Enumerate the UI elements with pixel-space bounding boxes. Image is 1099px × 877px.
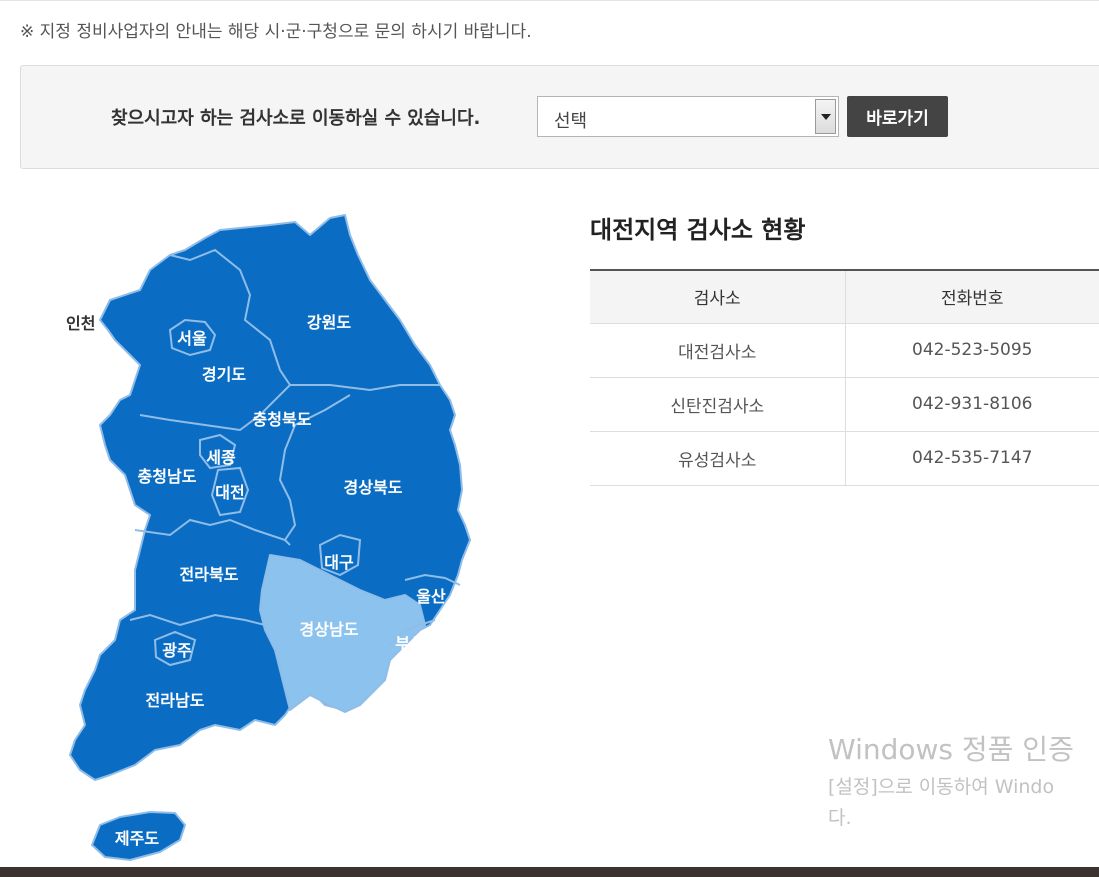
table-header-row: 검사소 전화번호 [590,269,1099,324]
korea-map-svg: 인천 서울 경기도 강원도 충청북도 세종 충청남도 대전 경상북도 대구 전라… [66,214,471,861]
station-phone: 042-535-7147 [845,431,1099,486]
map-label-seoul[interactable]: 서울 [177,329,207,348]
station-phone: 042-523-5095 [845,323,1099,378]
watermark-title: Windows 정품 인증 [828,733,1074,766]
station-phone: 042-931-8106 [845,377,1099,432]
table-row: 신탄진검사소 042-931-8106 [590,377,1099,432]
station-name: 대전검사소 [590,323,846,378]
station-select-value: 선택 [554,111,588,132]
map-label-gangwon[interactable]: 강원도 [307,313,351,332]
windows-activation-watermark: Windows 정품 인증 [설정]으로 이동하여 Windo 다. [828,728,1074,830]
map-label-gwangju[interactable]: 광주 [162,641,192,660]
map-label-jeonbuk[interactable]: 전라북도 [180,565,239,584]
table-row: 대전검사소 042-523-5095 [590,323,1099,378]
map-label-jeonnam[interactable]: 전라남도 [146,691,205,710]
map-label-gyeonggi[interactable]: 경기도 [202,365,246,384]
page: ※ 지정 정비사업자의 안내는 해당 시·군·구청으로 문의 하시기 바랍니다.… [0,0,1099,877]
chevron-down-icon[interactable] [815,99,836,134]
taskbar-edge [0,867,1099,877]
map-label-sejong[interactable]: 세종 [206,448,236,467]
korea-region-map: 인천 서울 경기도 강원도 충청북도 세종 충청남도 대전 경상북도 대구 전라… [40,200,490,870]
header-phone: 전화번호 [845,269,1099,324]
map-label-chungbuk[interactable]: 충청북도 [253,410,312,429]
header-station: 검사소 [590,269,846,324]
map-label-incheon[interactable]: 인천 [66,314,95,333]
selector-label: 찾으시고자 하는 검사소로 이동하실 수 있습니다. [111,108,481,129]
map-label-daejeon[interactable]: 대전 [215,483,244,502]
map-label-busan[interactable]: 부산 [395,634,425,653]
station-table: 검사소 전화번호 대전검사소 042-523-5095 신탄진검사소 042-9… [590,269,1099,486]
map-label-daegu[interactable]: 대구 [324,553,354,572]
watermark-line: 다. [828,807,852,829]
notice-text: ※ 지정 정비사업자의 안내는 해당 시·군·구청으로 문의 하시기 바랍니다. [20,22,532,42]
top-divider [0,0,1099,3]
watermark-line: [설정]으로 이동하여 Windo [828,776,1055,798]
map-label-gyeongnam[interactable]: 경상남도 [300,620,359,639]
map-label-gyeongbuk[interactable]: 경상북도 [344,478,403,497]
table-row: 유성검사소 042-535-7147 [590,431,1099,486]
station-name: 유성검사소 [590,431,846,486]
map-label-chungnam[interactable]: 충청남도 [138,467,197,486]
station-select[interactable]: 선택 [537,96,839,137]
map-label-jeju[interactable]: 제주도 [115,829,159,848]
status-title: 대전지역 검사소 현황 [590,216,806,244]
station-selector-panel: 찾으시고자 하는 검사소로 이동하실 수 있습니다. 선택 바로가기 [20,65,1099,169]
station-name: 신탄진검사소 [590,377,846,432]
go-button[interactable]: 바로가기 [847,96,948,137]
map-label-ulsan[interactable]: 울산 [416,587,446,606]
region-mainland[interactable] [69,214,471,781]
